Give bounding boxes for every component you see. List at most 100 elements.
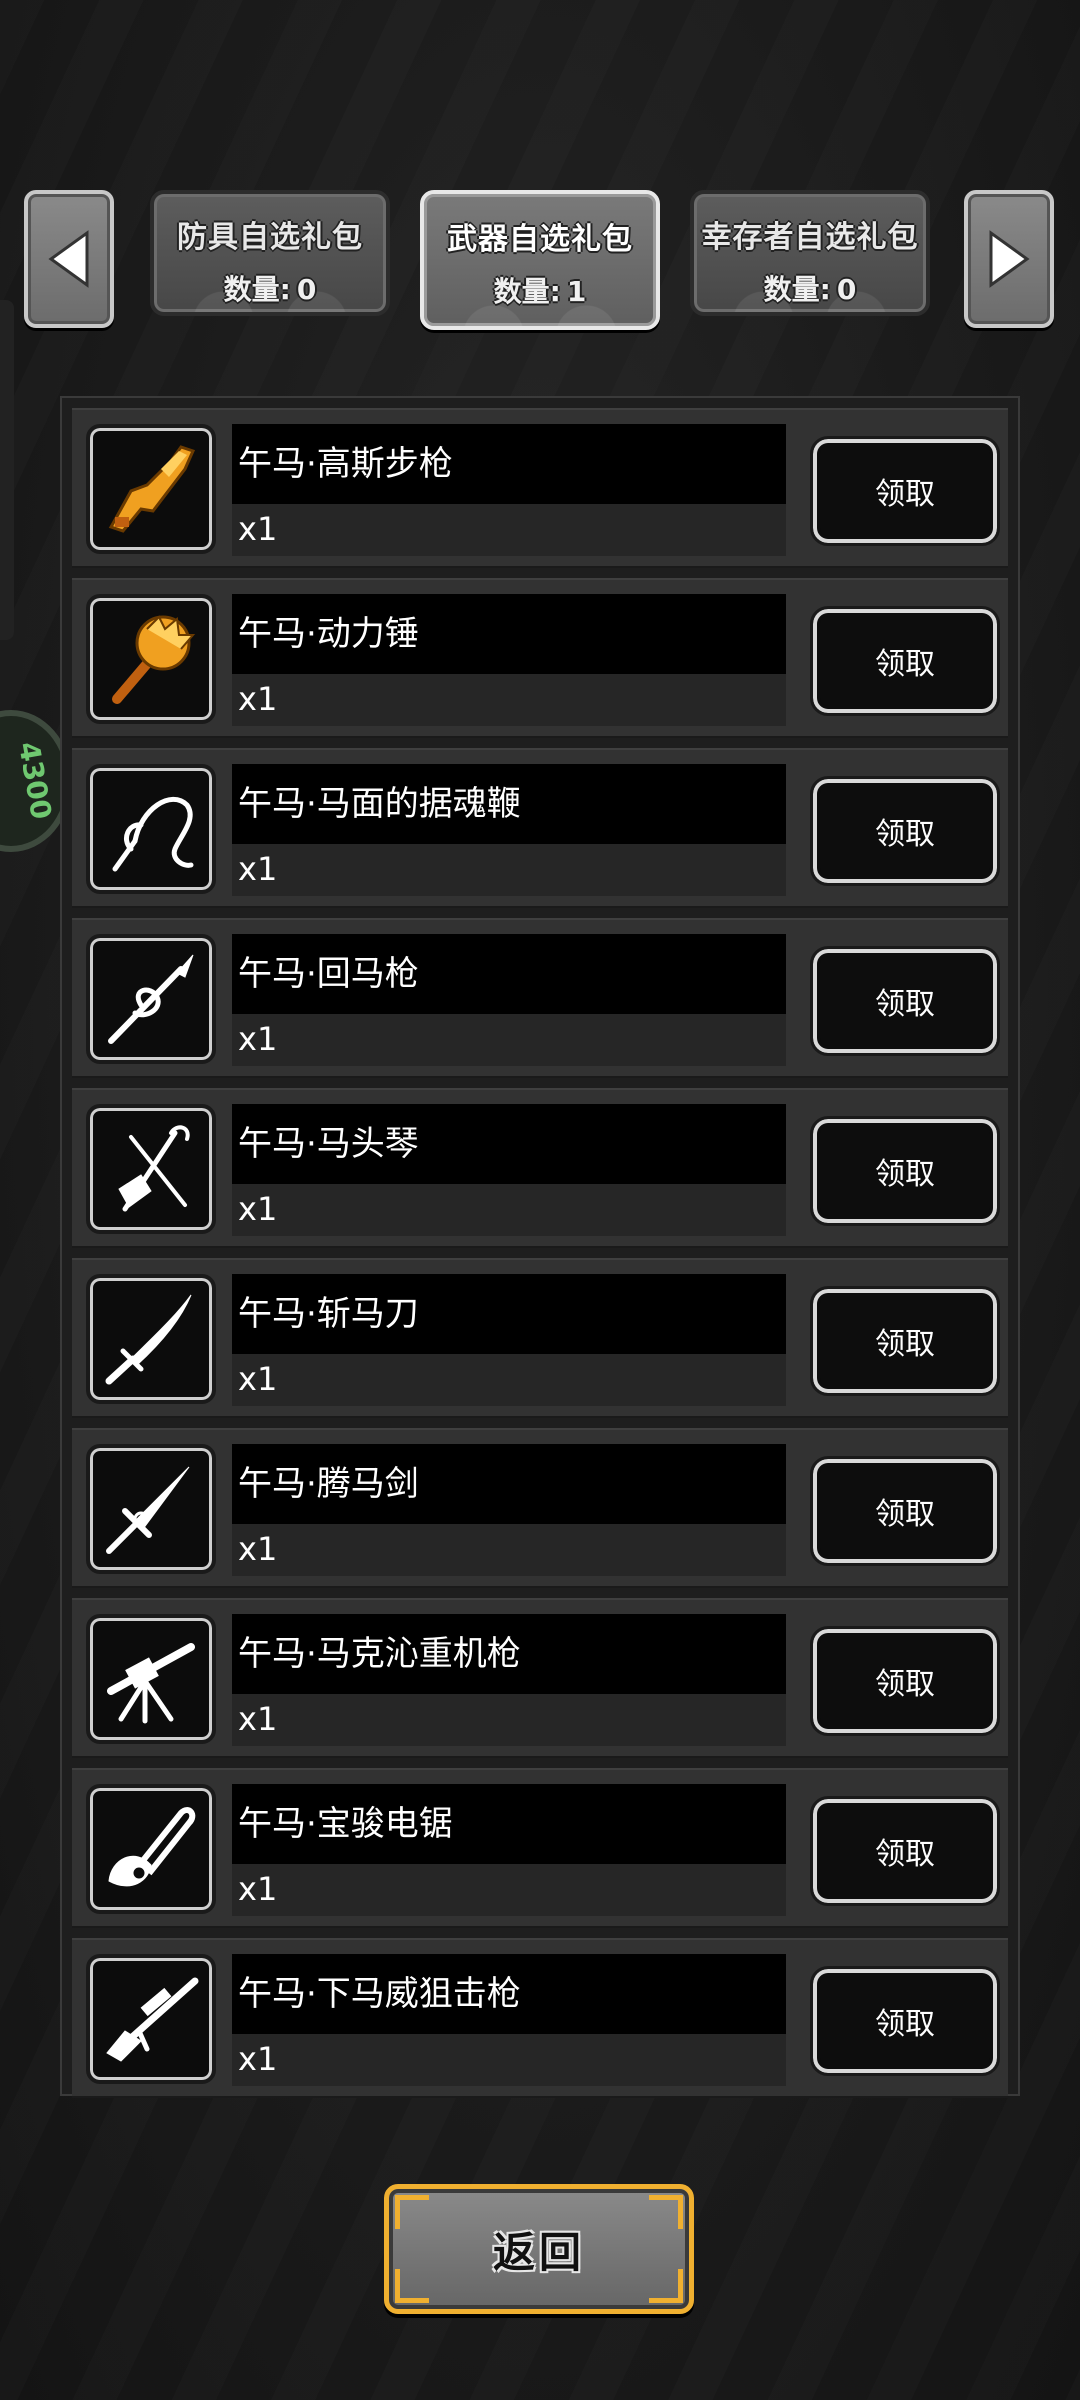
list-item: 午马·宝骏电锯 x1 领取 <box>72 1768 1008 1928</box>
claim-button[interactable]: 领取 <box>810 1286 1000 1396</box>
item-icon-frame <box>86 1784 216 1914</box>
claim-button[interactable]: 领取 <box>810 1116 1000 1226</box>
list-item: 午马·马克沁重机枪 x1 领取 <box>72 1598 1008 1758</box>
claim-button[interactable]: 领取 <box>810 1966 1000 2076</box>
back-label: 返回 <box>492 2227 585 2277</box>
side-badge-text: 4300 <box>11 739 58 822</box>
claim-label: 领取 <box>875 1667 935 1702</box>
item-name-box: 午马·马面的据魂鞭 <box>232 764 786 844</box>
item-name-box: 午马·下马威狙击枪 <box>232 1954 786 2034</box>
claim-button[interactable]: 领取 <box>810 1456 1000 1566</box>
claim-label: 领取 <box>875 1497 935 1532</box>
sniper-rifle-icon <box>106 1977 199 2062</box>
item-qty-box: x1 <box>232 844 786 896</box>
claim-label: 领取 <box>875 1327 935 1362</box>
item-name: 午马·马头琴 <box>238 1124 419 1164</box>
heavy-machine-gun-icon <box>107 1643 195 1724</box>
item-name: 午马·高斯步枪 <box>238 444 453 484</box>
item-name: 午马·宝骏电锯 <box>238 1804 453 1844</box>
item-name: 午马·回马枪 <box>238 954 419 994</box>
item-icon-frame <box>86 764 216 894</box>
item-name-box: 午马·腾马剑 <box>232 1444 786 1524</box>
back-button[interactable]: 返回 <box>384 2184 694 2314</box>
claim-button[interactable]: 领取 <box>810 606 1000 716</box>
tab-count: 数量: 0 <box>223 273 317 306</box>
item-qty: x1 <box>238 2040 278 2078</box>
item-qty-box: x1 <box>232 1864 786 1916</box>
item-name-box: 午马·动力锤 <box>232 594 786 674</box>
power-hammer-icon <box>112 615 196 704</box>
side-drawer-tab[interactable] <box>0 300 14 640</box>
item-qty: x1 <box>238 1870 278 1908</box>
horsehead-fiddle-icon <box>118 1125 190 1212</box>
item-icon-frame <box>86 1614 216 1744</box>
item-name-box: 午马·宝骏电锯 <box>232 1784 786 1864</box>
claim-button[interactable]: 领取 <box>810 1796 1000 1906</box>
tab-count: 数量: 0 <box>763 273 857 306</box>
item-qty: x1 <box>238 680 278 718</box>
item-qty: x1 <box>238 850 278 888</box>
item-name-box: 午马·马头琴 <box>232 1104 786 1184</box>
item-qty-box: x1 <box>232 674 786 726</box>
weapon-list[interactable]: 午马·高斯步枪 x1 领取 午马·动力锤 x1 领取 午马·马面的据魂鞭 x1 … <box>60 396 1020 2098</box>
claim-label: 领取 <box>875 987 935 1022</box>
item-icon-frame <box>86 594 216 724</box>
claim-label: 领取 <box>875 1157 935 1192</box>
item-name: 午马·斩马刀 <box>238 1294 419 1334</box>
claim-button[interactable]: 领取 <box>810 1626 1000 1736</box>
claim-button[interactable]: 领取 <box>810 436 1000 546</box>
item-name-box: 午马·斩马刀 <box>232 1274 786 1354</box>
tab-survivor-pack[interactable]: 幸存者自选礼包 数量: 0 <box>690 190 930 316</box>
sword-icon <box>106 1466 190 1554</box>
item-name-box: 午马·高斯步枪 <box>232 424 786 504</box>
list-item: 午马·斩马刀 x1 领取 <box>72 1258 1008 1418</box>
corner-ornament <box>395 2195 429 2229</box>
next-tab-button[interactable] <box>964 190 1054 328</box>
claim-label: 领取 <box>875 647 935 682</box>
item-qty: x1 <box>238 1360 278 1398</box>
item-qty-box: x1 <box>232 1524 786 1576</box>
claim-button[interactable]: 领取 <box>810 946 1000 1056</box>
tab-weapon-pack[interactable]: 武器自选礼包 数量: 1 <box>420 190 660 330</box>
prev-tab-button[interactable] <box>24 190 114 328</box>
item-name: 午马·腾马剑 <box>238 1464 419 1504</box>
triangle-right-icon <box>989 230 1030 288</box>
item-qty-box: x1 <box>232 1354 786 1406</box>
chainsaw-icon <box>108 1807 196 1887</box>
corner-ornament <box>395 2269 429 2303</box>
item-name-box: 午马·回马枪 <box>232 934 786 1014</box>
tab-armor-pack[interactable]: 防具自选礼包 数量: 0 <box>150 190 390 316</box>
item-qty-box: x1 <box>232 2034 786 2086</box>
item-name: 午马·马克沁重机枪 <box>238 1634 521 1674</box>
gift-pack-screen: 4300 防具自选礼包 数量: 0 武器自选礼包 数量: 1 幸存者自选礼包 数量:… <box>0 0 1080 2400</box>
tab-title: 防具自选礼包 <box>177 220 363 255</box>
item-qty: x1 <box>238 1020 278 1058</box>
tab-count: 数量: 1 <box>493 275 587 308</box>
item-icon-frame <box>86 1274 216 1404</box>
soul-whip-icon <box>112 797 194 872</box>
triangle-left-icon <box>48 230 89 288</box>
claim-button[interactable]: 领取 <box>810 776 1000 886</box>
saber-icon <box>105 1294 192 1385</box>
item-icon-frame <box>86 1444 216 1574</box>
item-icon-frame <box>86 1104 216 1234</box>
tab-title: 武器自选礼包 <box>447 222 633 257</box>
item-qty-box: x1 <box>232 1184 786 1236</box>
item-qty: x1 <box>238 1700 278 1738</box>
list-item: 午马·高斯步枪 x1 领取 <box>72 408 1008 568</box>
item-name: 午马·动力锤 <box>238 614 419 654</box>
corner-ornament <box>649 2269 683 2303</box>
item-icon-frame <box>86 1954 216 2084</box>
item-qty: x1 <box>238 1190 278 1228</box>
list-item: 午马·回马枪 x1 领取 <box>72 918 1008 1078</box>
claim-label: 领取 <box>875 1837 935 1872</box>
item-name-box: 午马·马克沁重机枪 <box>232 1614 786 1694</box>
list-item: 午马·腾马剑 x1 领取 <box>72 1428 1008 1588</box>
item-qty-box: x1 <box>232 504 786 556</box>
gauss-rifle-icon <box>108 445 196 533</box>
item-qty: x1 <box>238 510 278 548</box>
claim-label: 领取 <box>875 477 935 512</box>
item-name: 午马·下马威狙击枪 <box>238 1974 521 2014</box>
item-qty-box: x1 <box>232 1694 786 1746</box>
item-qty-box: x1 <box>232 1014 786 1066</box>
